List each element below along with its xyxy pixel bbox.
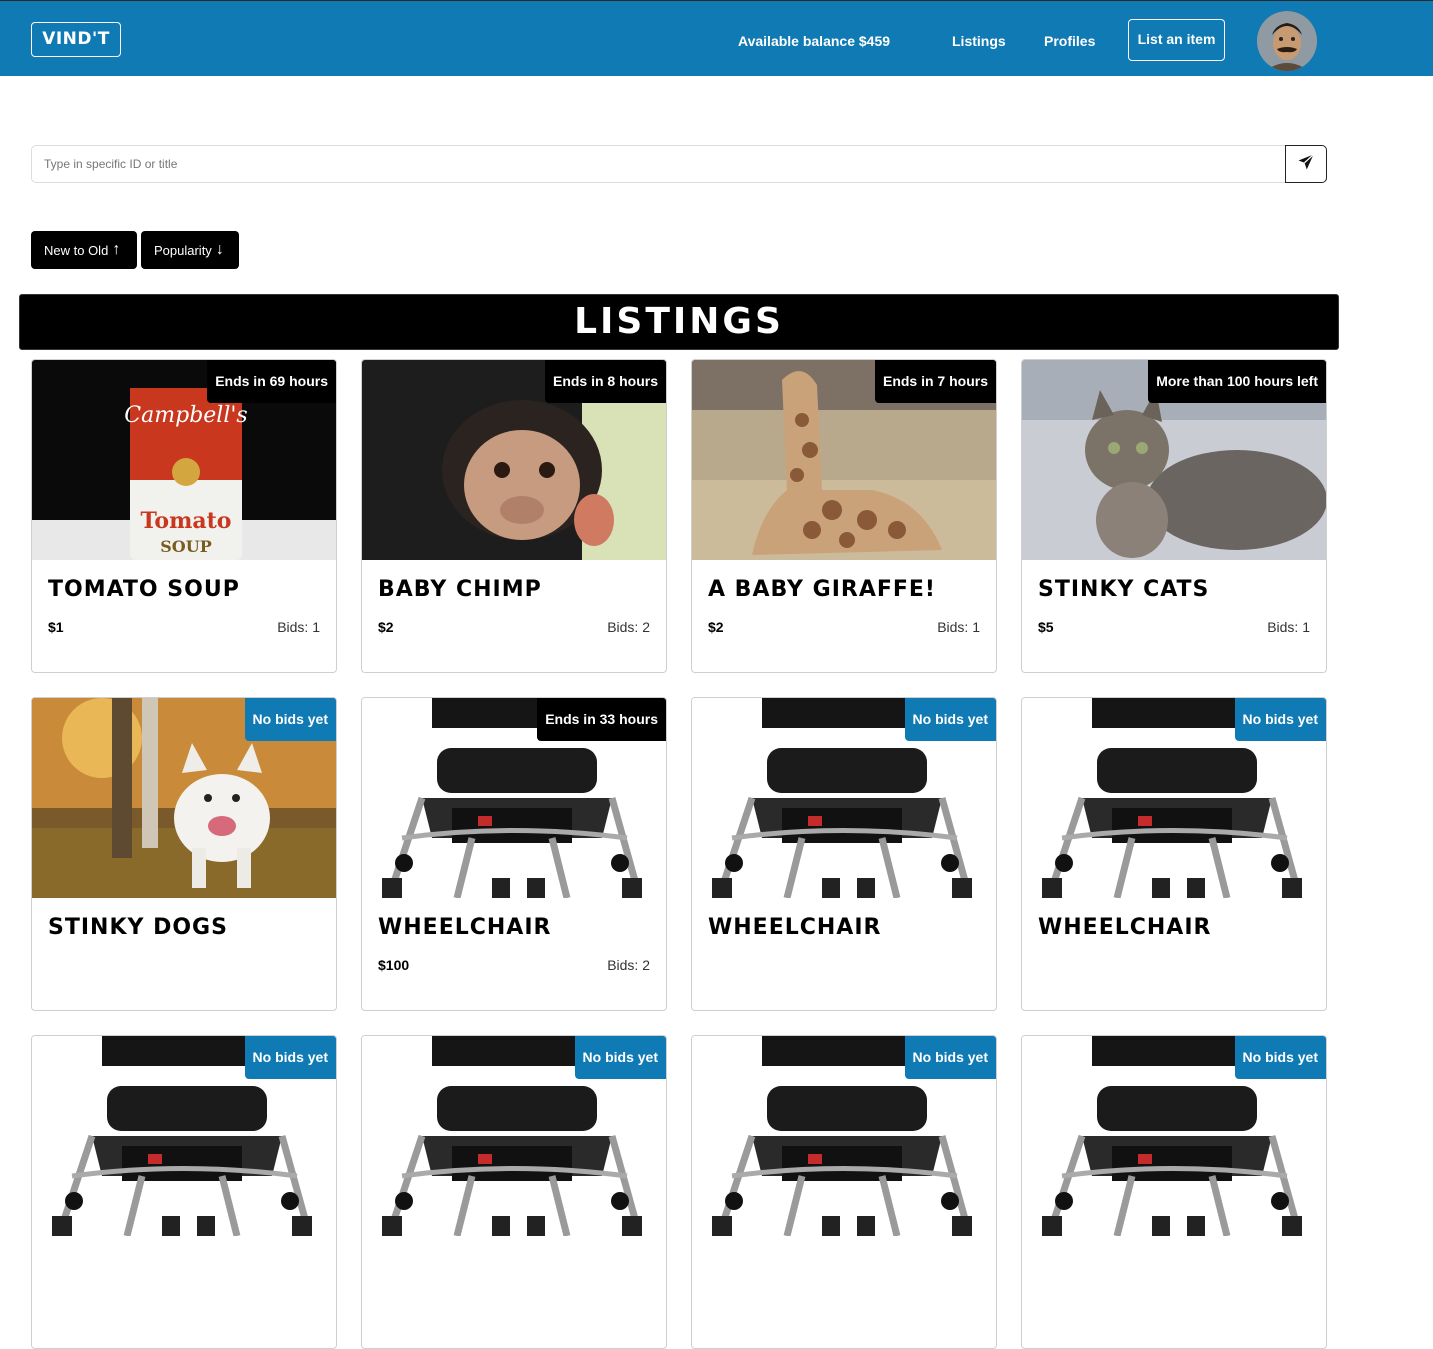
listing-title[interactable]: WHEELCHAIR	[1038, 915, 1211, 940]
site-logo[interactable]: VIND'T	[31, 22, 121, 57]
listing-price: $100	[378, 957, 410, 973]
listing-status-badge: No bids yet	[244, 1036, 336, 1079]
svg-text:Tomato: Tomato	[141, 508, 232, 534]
available-balance: Available balance $459	[738, 33, 891, 49]
sort-new-to-old-button[interactable]: New to Old ↑	[31, 231, 137, 269]
listing-card[interactable]: No bids yet STINKY DOGS	[31, 697, 337, 1011]
listing-card[interactable]: Campbell's Tomato SOUP Ends in 69 hours …	[31, 359, 337, 673]
listing-title[interactable]: WHEELCHAIR	[708, 915, 881, 940]
listing-status-badge: No bids yet	[904, 1036, 996, 1079]
listing-bid-count: Bids: 1	[937, 619, 980, 635]
listing-status-badge: Ends in 69 hours	[207, 360, 336, 403]
listing-price: $2	[378, 619, 394, 635]
listing-card[interactable]: No bids yet WHEELCHAIR	[691, 697, 997, 1011]
listing-bid-count: Bids: 1	[277, 619, 320, 635]
svg-text:SOUP: SOUP	[160, 537, 211, 556]
listing-card[interactable]: No bids yet	[31, 1035, 337, 1349]
listing-bid-count: Bids: 2	[607, 957, 650, 973]
listing-price: $1	[48, 619, 64, 635]
listing-card[interactable]: No bids yet	[1021, 1035, 1327, 1349]
listing-status-badge: No bids yet	[244, 698, 336, 741]
listing-title[interactable]: WHEELCHAIR	[378, 915, 551, 940]
listing-title[interactable]: STINKY DOGS	[48, 915, 228, 940]
search-submit-button[interactable]	[1285, 145, 1327, 183]
svg-text:Campbell's: Campbell's	[124, 403, 247, 428]
listing-status-badge: No bids yet	[1234, 698, 1326, 741]
listing-status-badge: More than 100 hours left	[1148, 360, 1326, 403]
listing-price: $2	[708, 619, 724, 635]
listing-status-badge: No bids yet	[574, 1036, 666, 1079]
sort-popularity-button[interactable]: Popularity ↓	[141, 231, 239, 269]
listing-status-badge: Ends in 33 hours	[537, 698, 666, 741]
listing-status-badge: No bids yet	[904, 698, 996, 741]
sort-new-to-old-label: New to Old	[44, 242, 109, 258]
listing-card[interactable]: Ends in 8 hours BABY CHIMP $2 Bids: 2	[361, 359, 667, 673]
arrow-up-icon: ↑	[112, 241, 121, 258]
listing-card[interactable]: No bids yet WHEELCHAIR	[1021, 697, 1327, 1011]
nav-link-profiles[interactable]: Profiles	[1044, 31, 1095, 51]
search-input[interactable]	[31, 145, 1285, 183]
list-item-button[interactable]: List an item	[1128, 19, 1225, 61]
listing-status-badge: Ends in 7 hours	[874, 360, 996, 403]
listing-title[interactable]: TOMATO SOUP	[48, 577, 240, 602]
listing-bid-count: Bids: 2	[607, 619, 650, 635]
user-avatar[interactable]	[1257, 11, 1317, 71]
sort-popularity-label: Popularity	[154, 242, 212, 258]
listing-title[interactable]: BABY CHIMP	[378, 577, 542, 602]
nav-link-listings[interactable]: Listings	[952, 31, 1006, 51]
listing-card[interactable]: No bids yet	[361, 1035, 667, 1349]
arrow-down-icon: ↓	[215, 241, 224, 258]
listing-bid-count: Bids: 1	[1267, 619, 1310, 635]
send-icon	[1297, 153, 1315, 175]
top-navbar: VIND'T Available balance $459 Listings P…	[0, 0, 1433, 76]
listing-price: $5	[1038, 619, 1054, 635]
listing-status-badge: No bids yet	[1234, 1036, 1326, 1079]
listing-title[interactable]: STINKY CATS	[1038, 577, 1209, 602]
listing-title[interactable]: A BABY GIRAFFE!	[708, 577, 936, 602]
listing-card[interactable]: More than 100 hours left STINKY CATS $5 …	[1021, 359, 1327, 673]
listing-card[interactable]: Ends in 7 hours A BABY GIRAFFE! $2 Bids:…	[691, 359, 997, 673]
listing-status-badge: Ends in 8 hours	[544, 360, 666, 403]
listing-card[interactable]: No bids yet	[691, 1035, 997, 1349]
listing-card[interactable]: Ends in 33 hours WHEELCHAIR $100 Bids: 2	[361, 697, 667, 1011]
listings-heading: LISTINGS	[19, 294, 1339, 350]
